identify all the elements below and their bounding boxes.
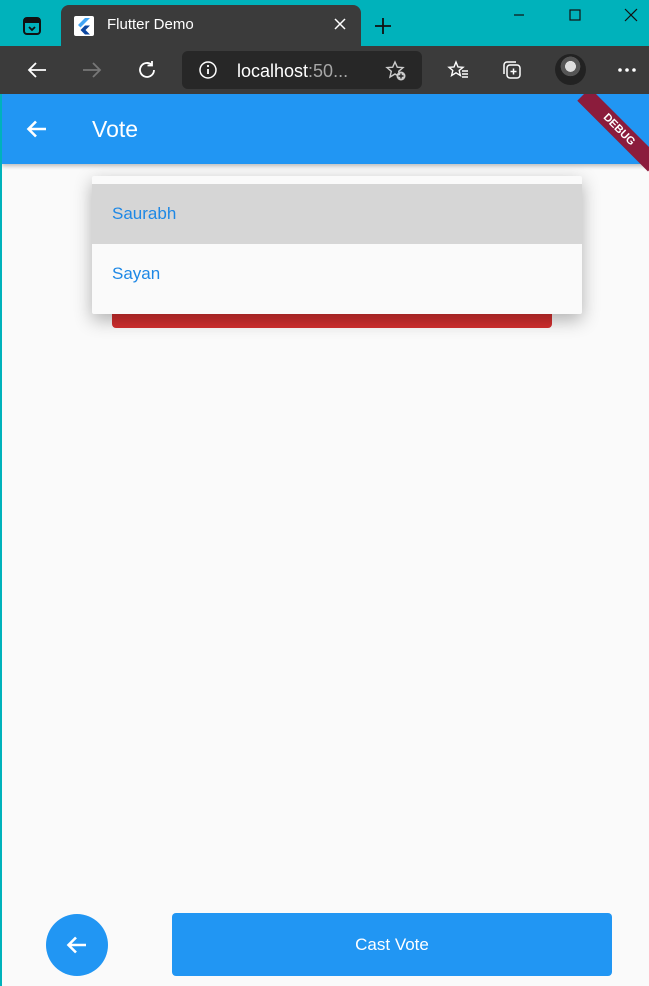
dropdown-menu: Saurabh Sayan: [92, 176, 582, 314]
info-icon[interactable]: [198, 60, 218, 80]
browser-tab-strip: Flutter Demo: [0, 0, 649, 46]
app-viewport: Vote DEBUG Saurabh Sayan Cast Vote: [2, 94, 649, 986]
maximize-icon[interactable]: [552, 0, 598, 30]
minimize-icon[interactable]: [496, 0, 542, 30]
back-arrow-icon[interactable]: [20, 114, 54, 144]
browser-tab[interactable]: Flutter Demo: [61, 5, 361, 46]
address-host: localhost: [237, 61, 309, 81]
back-arrow-icon[interactable]: [22, 55, 52, 85]
window-close-icon[interactable]: [608, 0, 649, 30]
refresh-icon[interactable]: [132, 55, 162, 85]
favorites-icon[interactable]: [443, 55, 473, 85]
back-arrow-icon: [66, 936, 86, 954]
avatar[interactable]: [555, 54, 586, 85]
browser-toolbar: localhost:50...: [0, 46, 649, 94]
more-icon[interactable]: [612, 55, 642, 85]
tab-actions-icon[interactable]: [12, 12, 52, 40]
forward-arrow-icon[interactable]: [77, 55, 107, 85]
plus-icon[interactable]: [369, 12, 397, 40]
back-button[interactable]: [46, 914, 108, 976]
add-favorite-icon[interactable]: [385, 60, 407, 82]
address-text: localhost:50...: [237, 61, 348, 82]
collections-icon[interactable]: [497, 55, 527, 85]
dropdown-option-saurabh[interactable]: Saurabh: [92, 184, 582, 244]
cast-vote-button[interactable]: Cast Vote: [172, 913, 612, 976]
close-icon[interactable]: [329, 13, 351, 35]
address-bar[interactable]: localhost:50...: [182, 51, 422, 89]
page-title: Vote: [92, 116, 139, 142]
address-port: :50...: [308, 61, 349, 81]
app-bar: Vote: [2, 94, 649, 164]
flutter-logo-icon: [74, 16, 94, 36]
dropdown-option-sayan[interactable]: Sayan: [92, 244, 582, 304]
tab-title: Flutter Demo: [107, 16, 194, 33]
